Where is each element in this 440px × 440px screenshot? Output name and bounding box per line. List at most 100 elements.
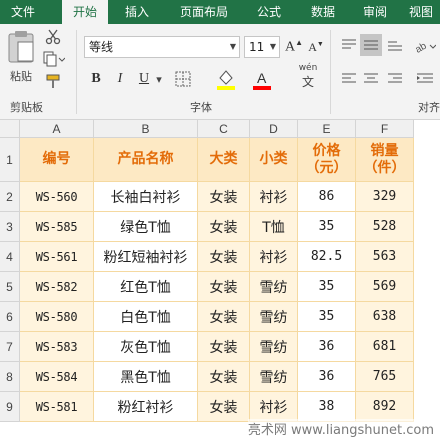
header-cell-col-d[interactable]: 小类	[250, 138, 298, 182]
tab-page-layout[interactable]: 页面布局	[168, 0, 240, 24]
indent-button[interactable]	[412, 68, 438, 90]
cell-col-d-row-5[interactable]: 雪纺	[250, 272, 298, 302]
chevron-down-icon[interactable]: ▾	[154, 72, 164, 86]
column-header-b[interactable]: B	[94, 120, 198, 138]
cell-col-f-row-4[interactable]: 563	[356, 242, 414, 272]
cell-col-d-row-2[interactable]: 衬衫	[250, 182, 298, 212]
row-header-3[interactable]: 3	[0, 212, 20, 242]
cell-col-c-row-9[interactable]: 女装	[198, 392, 250, 422]
header-cell-col-f[interactable]: 销量 （件）	[356, 138, 414, 182]
cell-col-a-row-4[interactable]: WS-561	[20, 242, 94, 272]
cell-col-e-row-6[interactable]: 35	[298, 302, 356, 332]
tab-file[interactable]: 文件	[0, 0, 46, 24]
bold-button[interactable]: B	[86, 68, 106, 90]
cell-col-b-row-8[interactable]: 黑色T恤	[94, 362, 198, 392]
align-top-button[interactable]	[338, 34, 360, 56]
font-name-select[interactable]: 等线 ▼	[84, 36, 240, 58]
row-header-9[interactable]: 9	[0, 392, 20, 422]
cell-col-b-row-3[interactable]: 绿色T恤	[94, 212, 198, 242]
cell-col-f-row-8[interactable]: 765	[356, 362, 414, 392]
header-cell-col-e[interactable]: 价格 （元）	[298, 138, 356, 182]
cell-col-e-row-9[interactable]: 38	[298, 392, 356, 422]
cell-col-b-row-5[interactable]: 红色T恤	[94, 272, 198, 302]
row-header-8[interactable]: 8	[0, 362, 20, 392]
cell-col-c-row-8[interactable]: 女装	[198, 362, 250, 392]
column-header-a[interactable]: A	[20, 120, 94, 138]
tab-formulas[interactable]: 公式	[244, 0, 294, 24]
cell-col-f-row-9[interactable]: 892	[356, 392, 414, 422]
header-cell-col-a[interactable]: 编号	[20, 138, 94, 182]
cell-col-b-row-6[interactable]: 白色T恤	[94, 302, 198, 332]
tab-review[interactable]: 审阅	[352, 0, 398, 24]
font-size-select[interactable]: 11 ▼	[244, 36, 280, 58]
cell-col-e-row-5[interactable]: 35	[298, 272, 356, 302]
cell-col-a-row-3[interactable]: WS-585	[20, 212, 94, 242]
italic-button[interactable]: I	[110, 68, 130, 90]
cell-col-c-row-5[interactable]: 女装	[198, 272, 250, 302]
font-color-button[interactable]: A	[250, 66, 274, 92]
cell-col-c-row-3[interactable]: 女装	[198, 212, 250, 242]
align-bottom-button[interactable]	[384, 34, 406, 56]
align-left-button[interactable]	[338, 68, 360, 90]
worksheet-grid[interactable]: A B C D E F 1 2 3 4 5 6 7 8 9 编号 产品名称 大类 小类 价格 （元） 销量 （件） WS-…	[0, 120, 440, 440]
cell-col-c-row-6[interactable]: 女装	[198, 302, 250, 332]
cell-col-c-row-7[interactable]: 女装	[198, 332, 250, 362]
cell-col-b-row-9[interactable]: 粉红衬衫	[94, 392, 198, 422]
row-header-5[interactable]: 5	[0, 272, 20, 302]
align-center-button[interactable]	[360, 68, 382, 90]
column-header-f[interactable]: F	[356, 120, 414, 138]
cell-col-a-row-7[interactable]: WS-583	[20, 332, 94, 362]
cell-col-e-row-8[interactable]: 36	[298, 362, 356, 392]
row-header-7[interactable]: 7	[0, 332, 20, 362]
underline-button[interactable]: U	[134, 68, 154, 90]
cell-col-f-row-7[interactable]: 681	[356, 332, 414, 362]
cell-col-d-row-8[interactable]: 雪纺	[250, 362, 298, 392]
cell-col-d-row-3[interactable]: T恤	[250, 212, 298, 242]
cell-col-a-row-2[interactable]: WS-560	[20, 182, 94, 212]
increase-font-button[interactable]: A▲	[284, 36, 304, 58]
cell-col-b-row-7[interactable]: 灰色T恤	[94, 332, 198, 362]
column-header-c[interactable]: C	[198, 120, 250, 138]
cell-col-d-row-6[interactable]: 雪纺	[250, 302, 298, 332]
align-right-button[interactable]	[384, 68, 406, 90]
tab-view[interactable]: 视图	[402, 0, 440, 24]
column-header-e[interactable]: E	[298, 120, 356, 138]
cell-col-a-row-6[interactable]: WS-580	[20, 302, 94, 332]
phonetic-guide-button[interactable]: wén 文	[296, 64, 320, 90]
orientation-button[interactable]: ab	[412, 34, 438, 56]
cell-col-a-row-8[interactable]: WS-584	[20, 362, 94, 392]
cell-col-d-row-4[interactable]: 衬衫	[250, 242, 298, 272]
select-all-corner[interactable]	[0, 120, 20, 138]
copy-button[interactable]	[42, 50, 66, 68]
column-header-d[interactable]: D	[250, 120, 298, 138]
decrease-font-button[interactable]: A▼	[306, 36, 326, 58]
cell-col-e-row-4[interactable]: 82.5	[298, 242, 356, 272]
tab-data[interactable]: 数据	[298, 0, 348, 24]
cell-col-b-row-4[interactable]: 粉红短袖衬衫	[94, 242, 198, 272]
cell-col-e-row-2[interactable]: 86	[298, 182, 356, 212]
paste-button[interactable]	[4, 28, 38, 64]
cell-col-f-row-5[interactable]: 569	[356, 272, 414, 302]
cell-col-f-row-2[interactable]: 329	[356, 182, 414, 212]
format-painter-button[interactable]	[44, 72, 62, 90]
row-header-6[interactable]: 6	[0, 302, 20, 332]
cell-col-d-row-7[interactable]: 雪纺	[250, 332, 298, 362]
row-header-4[interactable]: 4	[0, 242, 20, 272]
header-cell-col-c[interactable]: 大类	[198, 138, 250, 182]
cut-button[interactable]	[44, 28, 62, 46]
cell-col-c-row-2[interactable]: 女装	[198, 182, 250, 212]
cell-col-b-row-2[interactable]: 长袖白衬衫	[94, 182, 198, 212]
align-middle-button[interactable]	[360, 34, 382, 56]
cell-col-a-row-9[interactable]: WS-581	[20, 392, 94, 422]
row-header-2[interactable]: 2	[0, 182, 20, 212]
cell-col-c-row-4[interactable]: 女装	[198, 242, 250, 272]
tab-home[interactable]: 开始	[62, 0, 108, 26]
cell-col-e-row-3[interactable]: 35	[298, 212, 356, 242]
fill-color-button[interactable]	[214, 66, 238, 92]
borders-button[interactable]	[172, 68, 194, 90]
row-header-1[interactable]: 1	[0, 138, 20, 182]
header-cell-col-b[interactable]: 产品名称	[94, 138, 198, 182]
cell-col-f-row-3[interactable]: 528	[356, 212, 414, 242]
tab-insert[interactable]: 插入	[112, 0, 162, 24]
cell-col-a-row-5[interactable]: WS-582	[20, 272, 94, 302]
